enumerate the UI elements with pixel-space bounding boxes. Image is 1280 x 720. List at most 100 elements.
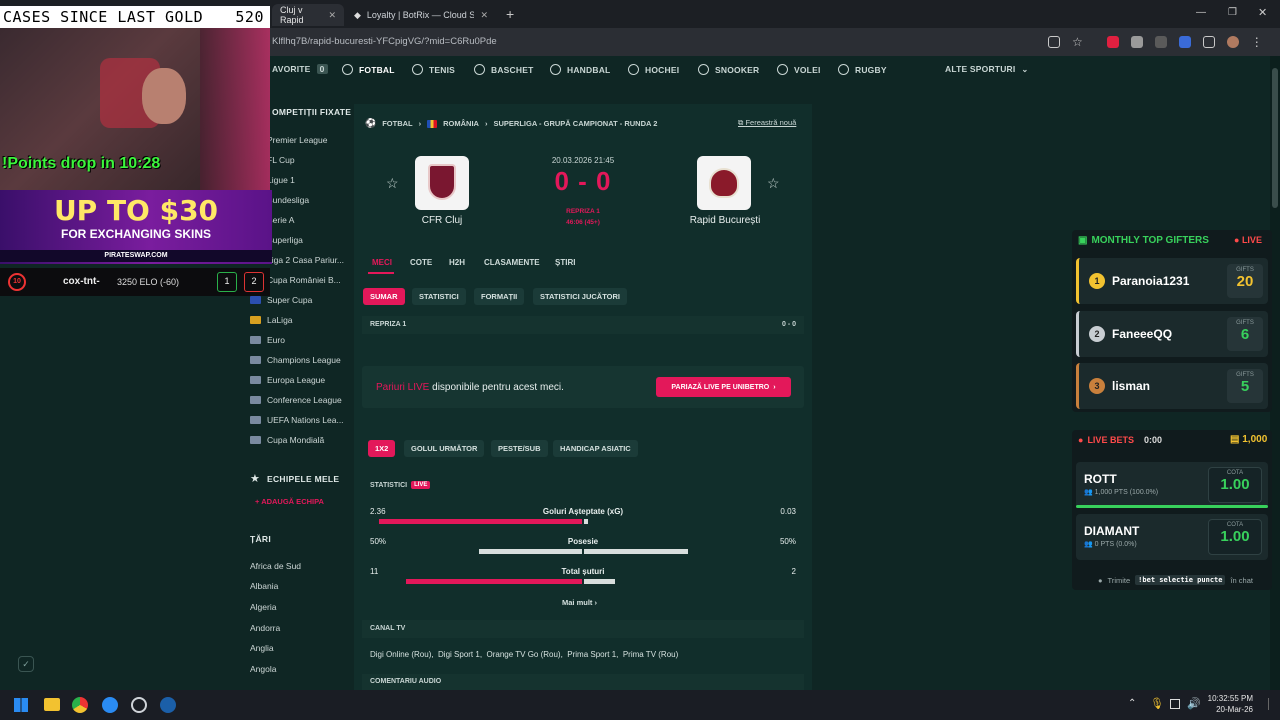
tab-clasamente[interactable]: CLASAMENTE xyxy=(484,258,540,267)
odds-tab-next-goal[interactable]: GOLUL URMĂTOR xyxy=(404,440,485,457)
tab-stiri[interactable]: ȘTIRI xyxy=(555,258,575,267)
competition-item[interactable]: Super Cupa xyxy=(250,295,312,305)
country-item[interactable]: Angola xyxy=(250,664,276,674)
competition-item[interactable]: LaLiga xyxy=(250,315,293,325)
tab-botrix[interactable]: ◆ Loyalty | BotRix — Cloud Strea ✕ xyxy=(346,4,496,26)
profile-avatar-icon[interactable] xyxy=(1226,36,1239,48)
live-betting-desc: disponibile pentru acest meci. xyxy=(432,382,564,393)
nav-volei[interactable]: VOLEI xyxy=(777,64,821,75)
file-explorer-icon[interactable] xyxy=(44,698,60,711)
nav-label: AVORITE xyxy=(272,64,311,74)
flag-icon xyxy=(250,416,261,424)
close-icon[interactable]: ✕ xyxy=(328,10,336,21)
volume-icon[interactable]: 🔊 xyxy=(1187,697,1201,710)
restore-icon[interactable]: ❐ xyxy=(1228,7,1237,18)
home-team-logo[interactable] xyxy=(415,156,469,210)
home-team-name[interactable]: CFR Cluj xyxy=(405,215,479,226)
stats-header: STATISTICI LIVE xyxy=(370,481,431,489)
subtab-sumar[interactable]: SUMAR xyxy=(363,288,405,305)
install-icon[interactable] xyxy=(1048,36,1060,48)
bet-option-row[interactable]: DIAMANT 👥 0 PTS (0.0%) COTA 1.00 xyxy=(1076,514,1268,560)
url-field[interactable]: Klflhq7B/rapid-bucuresti-YFCpigVG/?mid=C… xyxy=(272,36,497,47)
network-icon[interactable] xyxy=(1170,699,1180,709)
gifters-live: ● LIVE xyxy=(1234,235,1262,245)
bookmark-star-icon[interactable]: ☆ xyxy=(1072,36,1083,48)
extension-blue-icon[interactable] xyxy=(1178,36,1191,48)
extension-slash-icon[interactable] xyxy=(1154,36,1167,48)
tab-h2h[interactable]: H2H xyxy=(449,258,465,267)
breadcrumb-item[interactable]: FOTBAL xyxy=(382,119,412,128)
chevron-up-icon[interactable]: ⌃ xyxy=(1128,698,1136,709)
clock-time[interactable]: 10:32:55 PM xyxy=(1203,694,1253,703)
odds-tab-asian-handicap[interactable]: HANDICAP ASIATIC xyxy=(553,440,638,457)
extension-gray-icon[interactable] xyxy=(1130,36,1143,48)
breadcrumb-item[interactable]: SUPERLIGA - GRUPĂ CAMPIONAT - RUNDA 2 xyxy=(493,119,657,128)
app-circle-icon[interactable] xyxy=(131,697,147,713)
stat-bar-away xyxy=(584,519,589,524)
competition-item[interactable]: Conference League xyxy=(250,395,342,405)
country-item[interactable]: Africa de Sud xyxy=(250,561,301,571)
nav-rugby[interactable]: RUGBY xyxy=(838,64,887,75)
new-window-link[interactable]: ⧉ Fereastră nouă xyxy=(738,118,796,128)
country-item[interactable]: Anglia xyxy=(250,643,274,653)
more-stats-link[interactable]: Mai mult › xyxy=(562,598,597,607)
bet-instruction-suffix: în chat xyxy=(1230,575,1253,585)
odds-tab-1x2[interactable]: 1X2 xyxy=(368,440,396,457)
competition-item[interactable]: Champions League xyxy=(250,355,341,365)
nav-snooker[interactable]: SNOOKER xyxy=(698,64,759,75)
nav-favorites[interactable]: AVORITE 0 xyxy=(272,64,328,74)
stat-home-value: 50% xyxy=(370,537,387,546)
competition-item[interactable]: Cupa Mondială xyxy=(250,435,324,445)
tv-channels[interactable]: Digi Online (Rou), Digi Sport 1, Orange … xyxy=(370,650,678,659)
subtab-formatii[interactable]: FORMAȚII xyxy=(474,288,525,305)
favorite-home-star-icon[interactable]: ☆ xyxy=(386,175,399,192)
breadcrumb-item[interactable]: ROMÂNIA xyxy=(443,119,479,128)
country-item[interactable]: Andorra xyxy=(250,623,280,633)
shield-check-icon[interactable]: ✓ xyxy=(18,656,34,672)
away-team-name[interactable]: Rapid București xyxy=(680,215,770,226)
extensions-puzzle-icon[interactable] xyxy=(1202,36,1215,48)
competition-item[interactable]: Europa League xyxy=(250,375,325,385)
new-tab-button[interactable]: + xyxy=(506,6,514,22)
windows-start-icon[interactable] xyxy=(14,698,28,712)
steam-icon[interactable] xyxy=(160,697,176,713)
bet-live-button[interactable]: PARIAZĂ LIVE PE UNIBETRO › xyxy=(656,377,791,397)
live-bets-coins: ▤ 1,000 xyxy=(1230,434,1267,445)
star-icon: ★ xyxy=(250,473,260,485)
competition-item[interactable]: UEFA Nations Lea... xyxy=(250,415,344,425)
app-blue-icon[interactable] xyxy=(102,697,118,713)
subtab-statistici-jucatori[interactable]: STATISTICI JUCĂTORI xyxy=(533,288,628,305)
bet-option-row[interactable]: ROTT 👥 1,000 PTS (100.0%) COTA 1.00 xyxy=(1076,462,1268,508)
tab-cote[interactable]: COTE xyxy=(410,258,432,267)
competition-label: UEFA Nations Lea... xyxy=(267,415,344,425)
minimize-icon[interactable]: — xyxy=(1196,7,1206,18)
chrome-icon[interactable] xyxy=(72,697,88,713)
clock-date[interactable]: 20-Mar-26 xyxy=(1203,705,1253,714)
favorite-away-star-icon[interactable]: ☆ xyxy=(767,175,780,192)
show-desktop-button[interactable] xyxy=(1268,698,1276,710)
country-item[interactable]: Albania xyxy=(250,581,278,591)
extension-red-icon[interactable] xyxy=(1106,36,1119,48)
close-icon[interactable]: ✕ xyxy=(480,10,488,21)
away-team-logo[interactable] xyxy=(697,156,751,210)
nav-fotbal[interactable]: FOTBAL xyxy=(342,64,395,75)
nav-handbal[interactable]: HANDBAL xyxy=(550,64,610,75)
scrollbar-thumb[interactable] xyxy=(1272,68,1278,208)
country-item[interactable]: Algeria xyxy=(250,602,276,612)
nav-hochei[interactable]: HOCHEI xyxy=(628,64,679,75)
tab-meci[interactable]: MECI xyxy=(372,258,392,267)
microphone-icon[interactable]: 🎙 xyxy=(1150,697,1164,710)
odds-tab-over-under[interactable]: PESTE/SUB xyxy=(491,440,548,457)
nav-tenis[interactable]: TENIS xyxy=(412,64,455,75)
menu-kebab-icon[interactable]: ⋮ xyxy=(1251,36,1263,48)
add-team-link[interactable]: + ADAUGĂ ECHIPA xyxy=(255,497,324,506)
nav-more-sports[interactable]: ALTE SPORTURI ⌄ xyxy=(945,64,1028,74)
subtab-statistici[interactable]: STATISTICI xyxy=(412,288,466,305)
stat-bar xyxy=(375,549,791,554)
close-window-icon[interactable]: ✕ xyxy=(1258,6,1267,19)
tab-match[interactable]: Cluj v Rapid ✕ xyxy=(272,4,344,26)
flag-icon xyxy=(250,356,261,364)
competition-item[interactable]: Euro xyxy=(250,335,285,345)
rank-badge-icon: 1 xyxy=(1089,273,1105,289)
nav-baschet[interactable]: BASCHET xyxy=(474,64,534,75)
